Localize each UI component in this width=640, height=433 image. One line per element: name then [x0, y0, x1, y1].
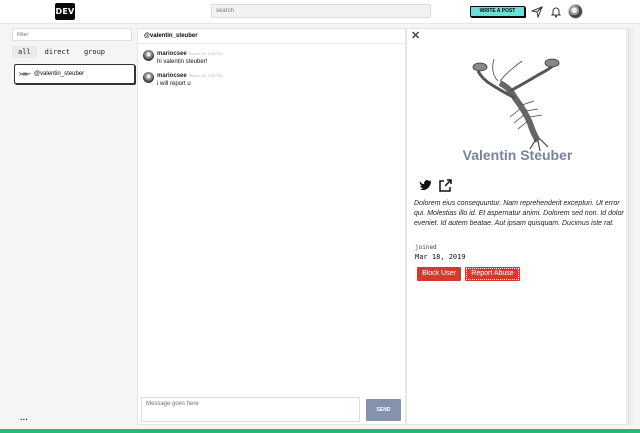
scrollbar[interactable] — [628, 28, 634, 425]
message-item: mariocsee March 18, 3:08 PM hi valentin s… — [143, 50, 222, 66]
write-post-button[interactable]: WRITE A POST — [470, 6, 525, 17]
joined-date: Mar 18, 2019 — [415, 253, 466, 261]
channel-tabs: all direct group — [12, 46, 111, 58]
chat-header[interactable]: @valentin_steuber — [138, 29, 405, 44]
profile-bio: Dolorem eius consequuntur. Nam reprehend… — [414, 200, 624, 227]
external-link-icon[interactable] — [439, 179, 452, 192]
profile-panel: ✕ Valentin Steuber Dolorem eius consequu… — [406, 28, 627, 425]
send-icon[interactable] — [531, 6, 543, 18]
filter-input[interactable] — [12, 28, 132, 41]
channel-item-valentin[interactable]: @valentin_steuber — [14, 64, 135, 84]
profile-name: Valentin Steuber — [462, 147, 573, 163]
report-abuse-button[interactable]: Report Abuse — [465, 267, 520, 281]
channel-label: @valentin_steuber — [34, 71, 85, 77]
tab-group[interactable]: group — [78, 46, 111, 58]
search-input[interactable] — [211, 4, 431, 18]
joined-label: joined — [415, 244, 437, 251]
top-nav: DEV WRITE A POST — [0, 0, 640, 24]
twitter-icon[interactable] — [419, 179, 433, 191]
avatar[interactable] — [143, 72, 154, 83]
tab-all[interactable]: all — [12, 46, 37, 58]
user-avatar[interactable] — [568, 4, 583, 19]
message-username[interactable]: mariocsee — [157, 51, 187, 57]
profile-lobster-image — [472, 58, 560, 152]
dev-logo[interactable]: DEV — [55, 3, 75, 20]
send-button[interactable]: SEND — [366, 399, 401, 421]
message-username[interactable]: mariocsee — [157, 73, 187, 79]
chat-panel: @valentin_steuber mariocsee March 18, 3:0… — [137, 28, 406, 425]
message-timestamp: March 18, 3:08 PM — [188, 73, 223, 78]
lobster-avatar-icon — [19, 71, 31, 77]
close-icon[interactable]: ✕ — [411, 31, 420, 42]
message-text: i will report u — [157, 81, 191, 87]
block-user-button[interactable]: Block User — [417, 267, 461, 281]
message-item: mariocsee March 18, 3:08 PM i will report… — [143, 72, 222, 88]
avatar[interactable] — [143, 50, 154, 61]
social-links — [419, 179, 452, 192]
message-timestamp: March 18, 3:08 PM — [188, 51, 223, 56]
bell-icon[interactable] — [550, 6, 562, 18]
message-input[interactable] — [141, 397, 360, 422]
tab-direct[interactable]: direct — [39, 46, 76, 58]
more-options-button[interactable]: ... — [20, 413, 28, 422]
message-text: hi valentin steuber! — [157, 59, 208, 65]
bottom-bar — [0, 429, 640, 433]
channel-sidebar: all direct group @valentin_steuber ... — [8, 28, 135, 425]
